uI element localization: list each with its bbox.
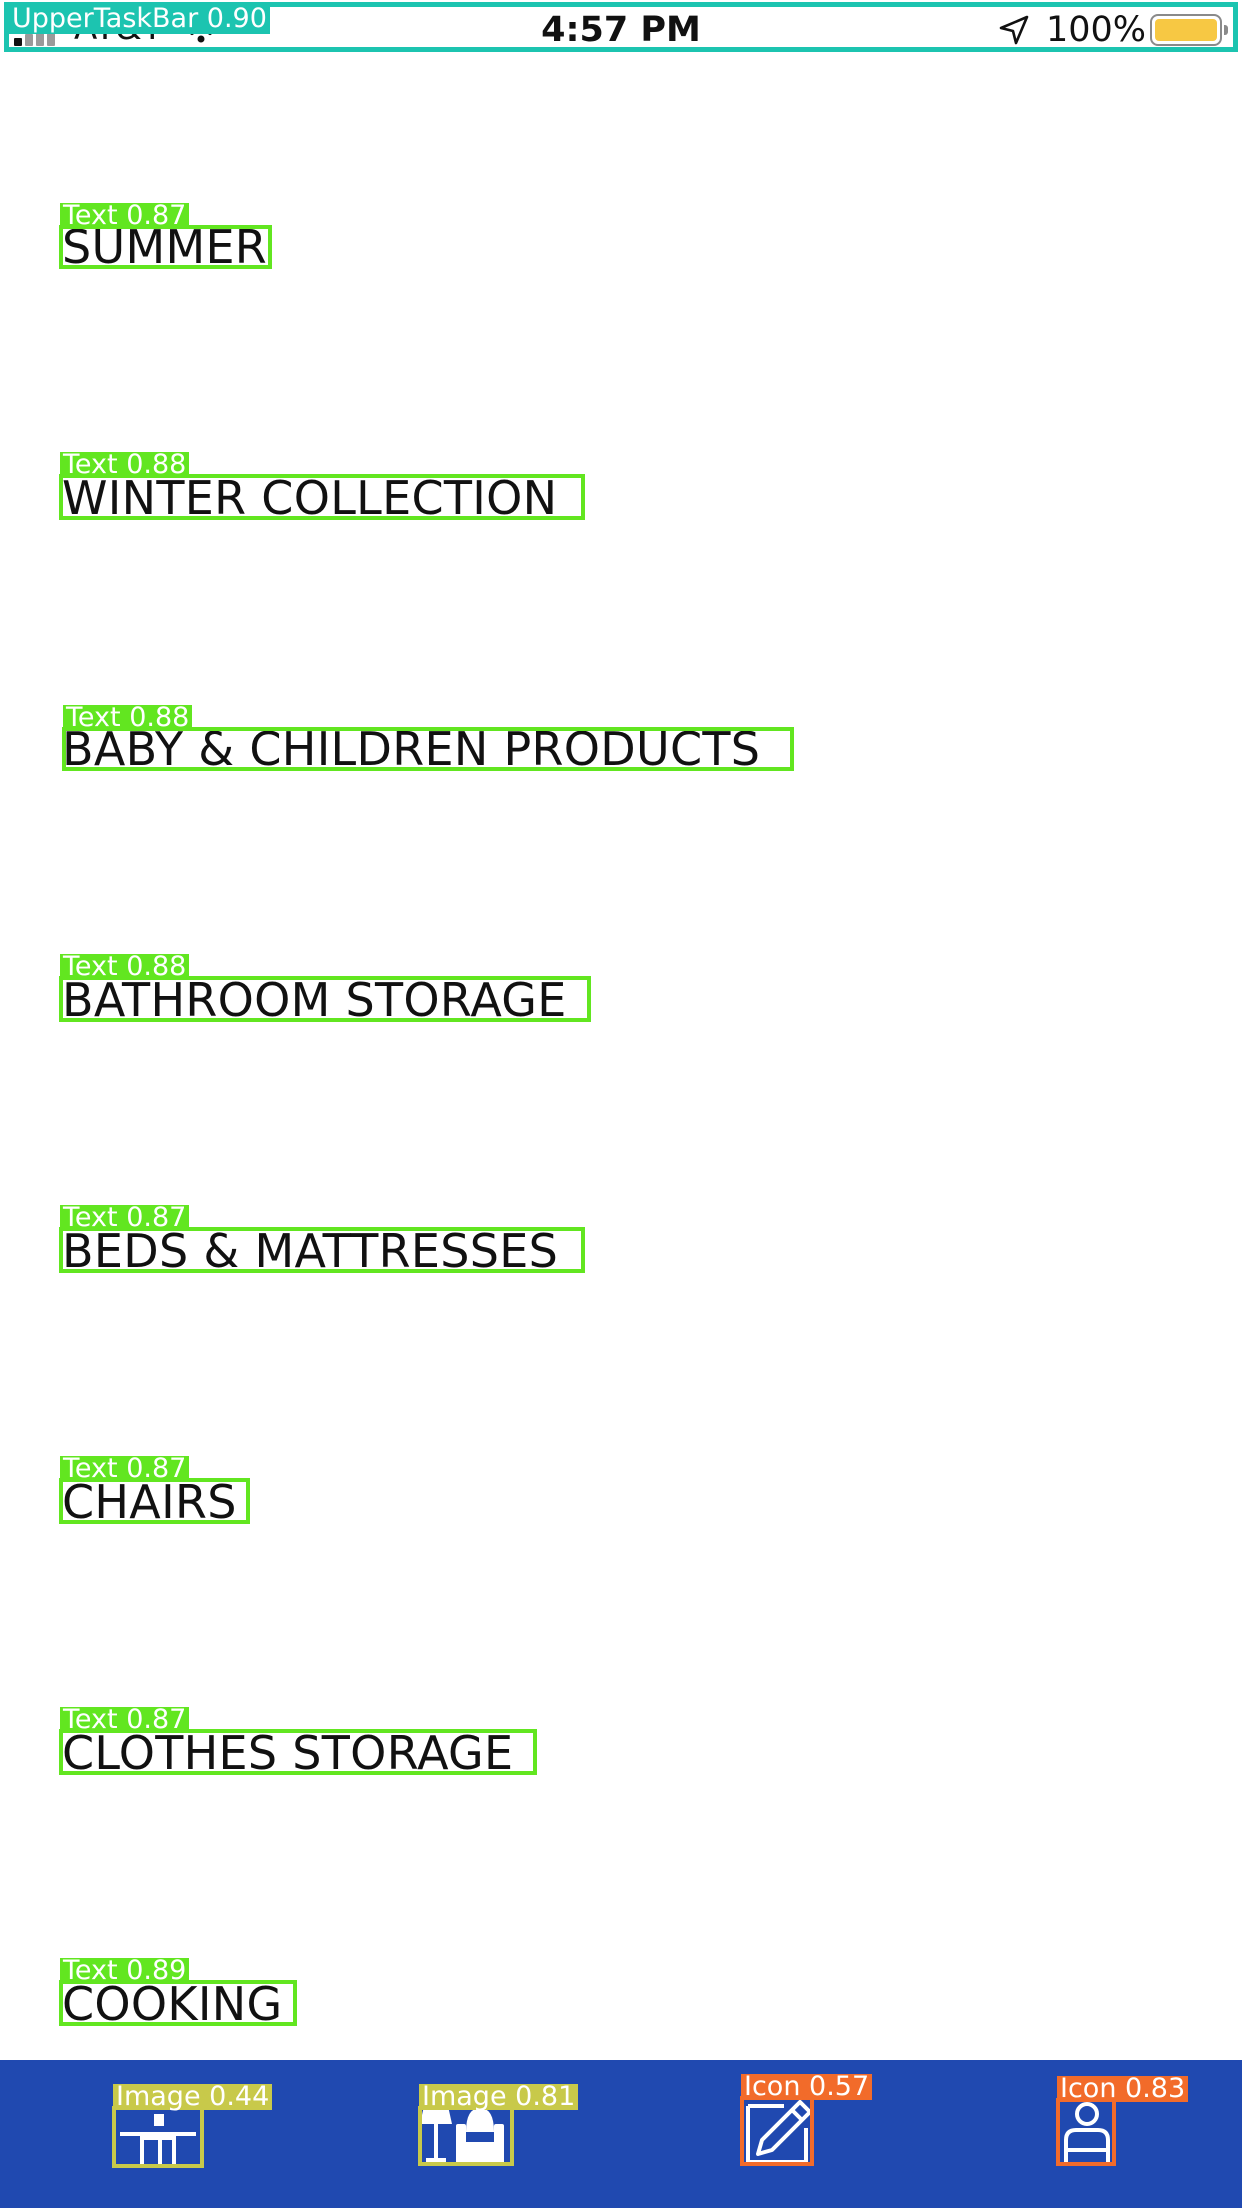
status-bar: AT&T 4:57 PM 100% [0, 0, 1242, 52]
location-arrow-icon [999, 15, 1029, 45]
category-clothes-storage[interactable]: CLOTHES STORAGE [62, 1730, 513, 1776]
bottom-navigation [0, 2060, 1242, 2208]
battery-level [1155, 19, 1217, 41]
nav-store[interactable] [114, 2106, 202, 2168]
battery-tip [1224, 25, 1228, 35]
category-baby-children-products[interactable]: BABY & CHILDREN PRODUCTS [62, 726, 760, 772]
battery-percentage: 100% [1046, 10, 1147, 50]
store-icon [120, 2114, 196, 2164]
battery-icon [1150, 14, 1228, 46]
nav-furniture[interactable] [420, 2102, 512, 2166]
category-bathroom-storage[interactable]: BATHROOM STORAGE [62, 977, 567, 1023]
category-winter-collection[interactable]: WINTER COLLECTION [62, 475, 557, 521]
category-chairs[interactable]: CHAIRS [62, 1479, 237, 1525]
category-beds-mattresses[interactable]: BEDS & MATTRESSES [62, 1228, 558, 1274]
nav-profile[interactable] [1060, 2100, 1114, 2168]
edit-icon [746, 2100, 812, 2164]
profile-icon [1064, 2102, 1110, 2166]
furniture-icon [420, 2106, 504, 2164]
category-summer[interactable]: SUMMER [62, 224, 267, 270]
nav-edit[interactable] [744, 2098, 814, 2168]
category-cooking[interactable]: COOKING [62, 1981, 282, 2027]
